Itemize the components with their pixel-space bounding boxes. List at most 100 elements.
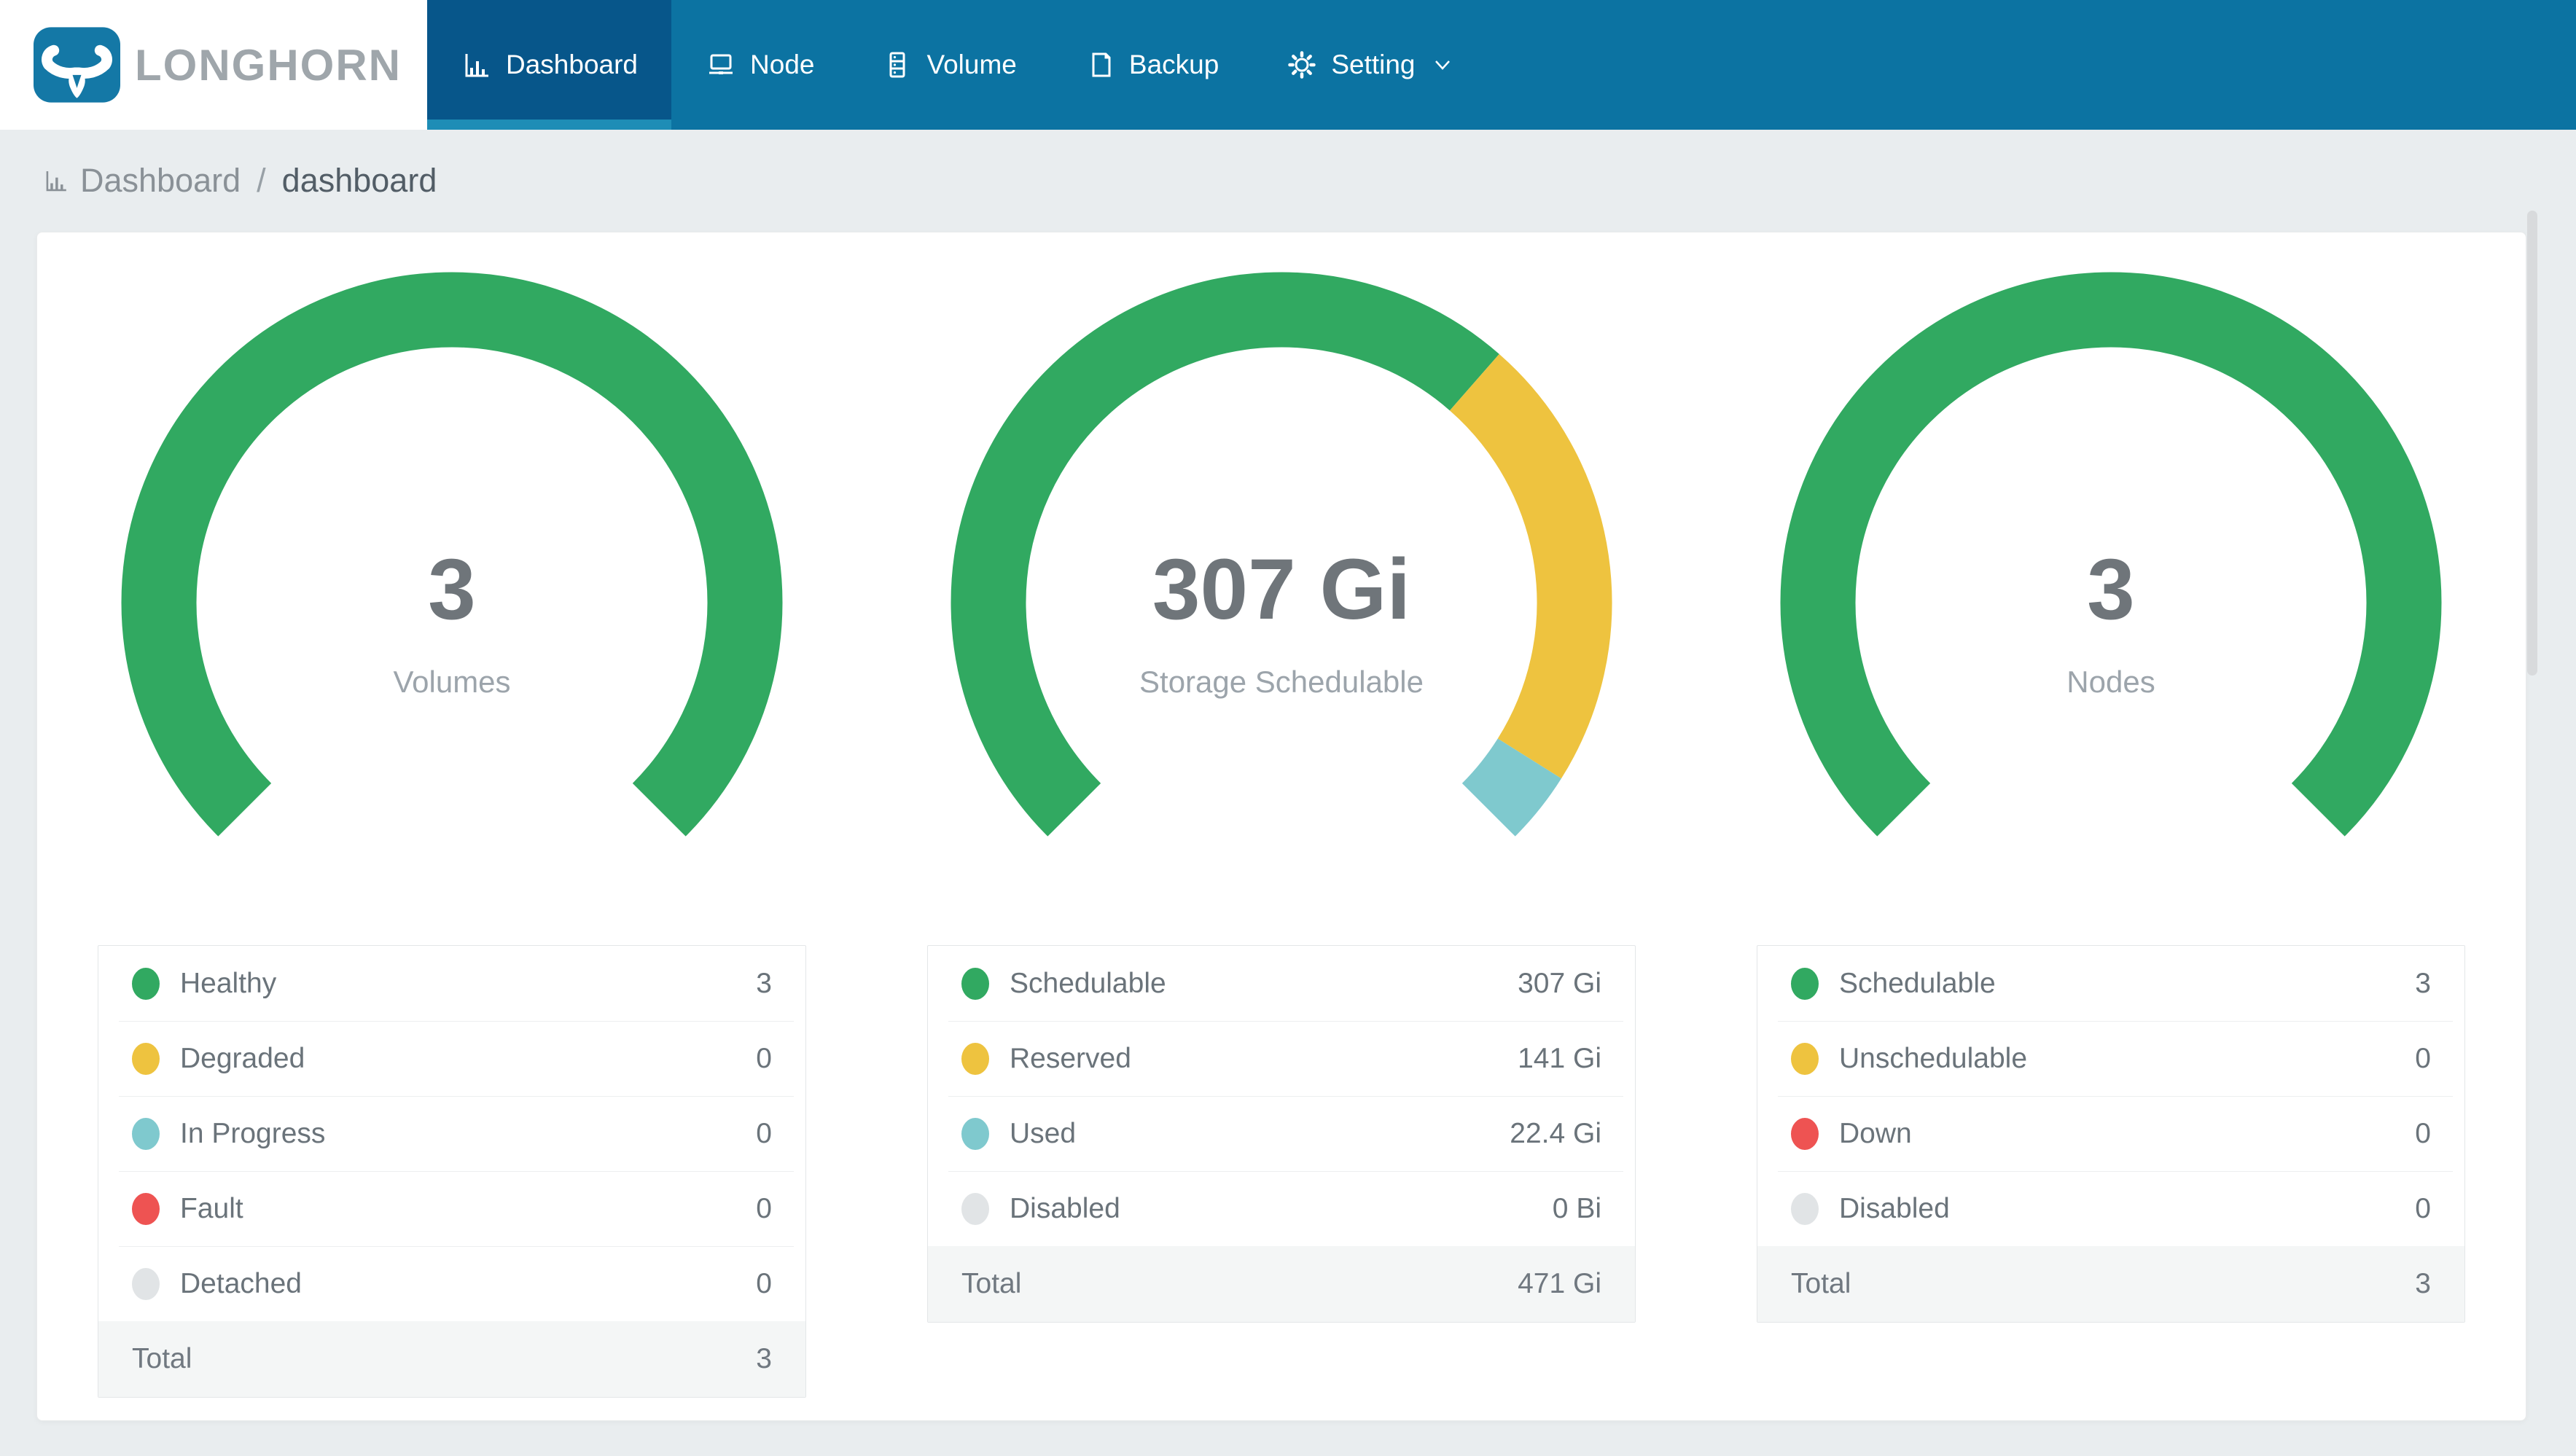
- nav-item-volume[interactable]: Volume: [848, 0, 1050, 130]
- legend-label: Fault: [180, 1192, 243, 1224]
- legend-color-dot: [132, 1117, 160, 1150]
- legend-label: Degraded: [180, 1042, 305, 1074]
- legend-color-dot: [132, 1042, 160, 1075]
- backup-icon: [1084, 49, 1116, 81]
- bar-chart-icon: [461, 49, 493, 81]
- legend-label: Schedulable: [1010, 967, 1166, 999]
- legend-row: Fault 0: [98, 1171, 805, 1246]
- legend-label: Disabled: [1010, 1192, 1120, 1224]
- breadcrumb-separator: /: [257, 162, 266, 199]
- legend-value: 0: [756, 1267, 772, 1299]
- nav-item-label: Volume: [926, 50, 1017, 79]
- volumes-panel: 3 Volumes Healthy 3 Degraded 0 In Progre…: [37, 232, 867, 1420]
- legend-value: 307 Gi: [1518, 967, 1601, 999]
- legend-color-dot: [132, 967, 160, 1000]
- nodes-panel: 3 Nodes Schedulable 3 Unschedulable 0 Do…: [1696, 232, 2526, 1420]
- breadcrumb: Dashboard / dashboard: [0, 130, 2576, 232]
- legend-label: Unschedulable: [1839, 1042, 2028, 1074]
- storage-panel: 307 Gi Storage Schedulable Schedulable 3…: [867, 232, 1696, 1420]
- legend-value: 0 Bi: [1552, 1192, 1601, 1224]
- main-navigation: Dashboard Node Volume Backup Setting: [427, 0, 1486, 130]
- legend-total-row: Total 3: [1757, 1246, 2464, 1322]
- legend-total-value: 3: [2415, 1268, 2431, 1299]
- volumes-gauge: 3 Volumes: [117, 267, 787, 938]
- legend-row: Schedulable 3: [1757, 946, 2464, 1021]
- volumes-gauge-chart: [121, 272, 783, 837]
- legend-color-dot: [1791, 1192, 1819, 1225]
- legend-row: Reserved 141 Gi: [928, 1021, 1635, 1096]
- breadcrumb-section[interactable]: Dashboard: [80, 162, 241, 200]
- legend-row: Unschedulable 0: [1757, 1021, 2464, 1096]
- legend-label: Healthy: [180, 967, 277, 999]
- breadcrumb-current-page: dashboard: [281, 162, 437, 199]
- legend-value: 0: [2415, 1192, 2431, 1224]
- legend-total-row: Total 3: [98, 1321, 805, 1397]
- top-nav-bar: LONGHORN Dashboard Node Volume Backup Se…: [0, 0, 2576, 130]
- nav-item-setting[interactable]: Setting: [1252, 0, 1485, 130]
- legend-total-label: Total: [961, 1268, 1022, 1299]
- legend-color-dot: [1791, 1117, 1819, 1150]
- app-logo[interactable]: LONGHORN: [0, 0, 427, 130]
- gear-icon: [1286, 49, 1318, 81]
- legend-value: 0: [2415, 1042, 2431, 1074]
- legend-total-row: Total 471 Gi: [928, 1246, 1635, 1322]
- legend-value: 22.4 Gi: [1510, 1117, 1601, 1149]
- legend-row: In Progress 0: [98, 1096, 805, 1171]
- nodes-legend-table: Schedulable 3 Unschedulable 0 Down 0 Dis…: [1757, 945, 2465, 1323]
- app-name: LONGHORN: [135, 40, 402, 90]
- bar-chart-icon: [42, 167, 70, 195]
- legend-row: Detached 0: [98, 1246, 805, 1321]
- legend-value: 0: [756, 1192, 772, 1224]
- legend-value: 3: [756, 967, 772, 999]
- legend-value: 141 Gi: [1518, 1042, 1601, 1074]
- legend-row: Used 22.4 Gi: [928, 1096, 1635, 1171]
- legend-row: Disabled 0 Bi: [928, 1171, 1635, 1246]
- legend-value: 3: [2415, 967, 2431, 999]
- nav-item-backup[interactable]: Backup: [1050, 0, 1252, 130]
- nav-item-dashboard[interactable]: Dashboard: [427, 0, 672, 130]
- legend-color-dot: [1791, 1042, 1819, 1075]
- legend-color-dot: [132, 1192, 160, 1225]
- scrollbar-thumb[interactable]: [2527, 211, 2537, 676]
- legend-value: 0: [756, 1117, 772, 1149]
- chevron-down-icon: [1433, 58, 1452, 71]
- node-icon: [705, 49, 737, 81]
- storage-legend-table: Schedulable 307 Gi Reserved 141 Gi Used …: [927, 945, 1636, 1323]
- nav-item-label: Setting: [1331, 50, 1416, 79]
- legend-total-label: Total: [1791, 1268, 1851, 1299]
- storage-gauge: 307 Gi Storage Schedulable: [946, 267, 1617, 938]
- legend-row: Disabled 0: [1757, 1171, 2464, 1246]
- longhorn-dashboard-screen: LONGHORN Dashboard Node Volume Backup Se…: [0, 0, 2576, 1456]
- legend-color-dot: [961, 967, 989, 1000]
- legend-label: Detached: [180, 1267, 302, 1299]
- storage-gauge-chart: [951, 272, 1612, 837]
- legend-row: Degraded 0: [98, 1021, 805, 1096]
- nodes-gauge: 3 Nodes: [1776, 267, 2446, 938]
- legend-color-dot: [961, 1117, 989, 1150]
- legend-color-dot: [132, 1267, 160, 1300]
- nav-item-node[interactable]: Node: [671, 0, 848, 130]
- legend-total-value: 3: [756, 1343, 772, 1374]
- nav-item-label: Node: [750, 50, 815, 79]
- legend-label: Used: [1010, 1117, 1077, 1149]
- dashboard-card: 3 Volumes Healthy 3 Degraded 0 In Progre…: [36, 232, 2526, 1421]
- legend-total-value: 471 Gi: [1518, 1268, 1601, 1299]
- nodes-gauge-chart: [1780, 272, 2442, 837]
- volume-icon: [881, 49, 913, 81]
- volumes-legend-table: Healthy 3 Degraded 0 In Progress 0 Fault…: [98, 945, 806, 1398]
- legend-row: Schedulable 307 Gi: [928, 946, 1635, 1021]
- nav-item-label: Dashboard: [506, 50, 639, 79]
- legend-label: Reserved: [1010, 1042, 1131, 1074]
- legend-total-label: Total: [132, 1343, 192, 1374]
- legend-label: In Progress: [180, 1117, 326, 1149]
- legend-value: 0: [756, 1042, 772, 1074]
- legend-color-dot: [961, 1042, 989, 1075]
- legend-label: Disabled: [1839, 1192, 1950, 1224]
- legend-label: Down: [1839, 1117, 1912, 1149]
- longhorn-logo-icon: [34, 27, 120, 103]
- legend-row: Healthy 3: [98, 946, 805, 1021]
- legend-color-dot: [961, 1192, 989, 1225]
- legend-value: 0: [2415, 1117, 2431, 1149]
- legend-label: Schedulable: [1839, 967, 1996, 999]
- legend-row: Down 0: [1757, 1096, 2464, 1171]
